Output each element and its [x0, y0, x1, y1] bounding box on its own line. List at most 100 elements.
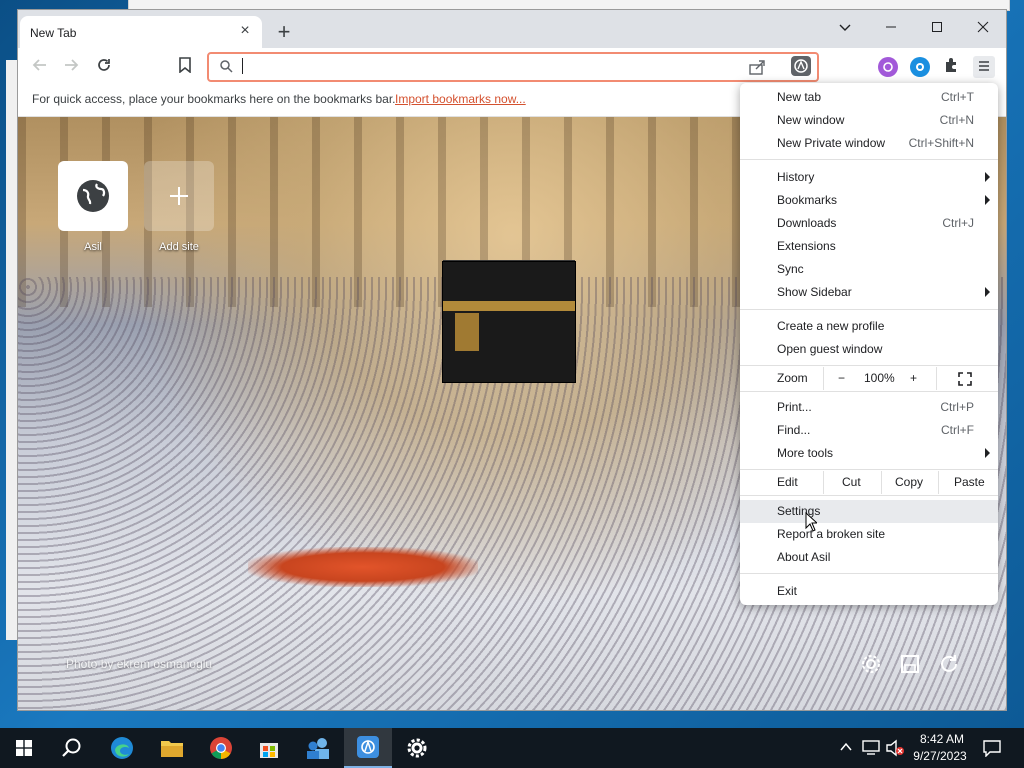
shortcut-tile-asil[interactable] — [58, 161, 128, 231]
menu-item-report-broken-site[interactable]: Report a broken site — [740, 523, 998, 546]
reload-button[interactable] — [93, 56, 115, 78]
menu-separator — [740, 469, 998, 470]
submenu-arrow-icon — [985, 448, 990, 458]
asil-browser-icon — [357, 736, 379, 758]
copy-button[interactable]: Copy — [895, 475, 923, 489]
menu-item-label: Bookmarks — [777, 193, 838, 207]
search-icon — [220, 60, 233, 73]
network-icon[interactable] — [862, 740, 880, 756]
zoom-out-button[interactable]: − — [838, 371, 845, 385]
extensions-puzzle-icon[interactable] — [940, 56, 962, 78]
menu-item-history[interactable]: History — [740, 166, 998, 189]
notifications-icon[interactable] — [982, 739, 1002, 757]
main-menu-button[interactable] — [973, 56, 995, 78]
divider — [823, 367, 824, 390]
background-photo-red-group — [248, 547, 478, 587]
address-bar[interactable] — [207, 52, 819, 82]
taskbar-search-button[interactable] — [48, 728, 96, 768]
menu-item-label: Print... — [777, 400, 812, 414]
toolbar — [18, 48, 1006, 86]
divider — [823, 471, 824, 494]
background-photo-detail-band — [443, 301, 575, 311]
menu-item-shortcut: Ctrl+P — [940, 400, 974, 414]
menu-item-extensions[interactable]: Extensions — [740, 235, 998, 258]
tab-close-icon[interactable]: × — [236, 22, 254, 40]
customize-gear-icon[interactable] — [860, 653, 882, 675]
maximize-button[interactable] — [923, 16, 951, 40]
refresh-wallpaper-icon[interactable] — [938, 653, 960, 675]
save-wallpaper-icon[interactable] — [899, 653, 921, 675]
menu-item-label: Exit — [777, 584, 798, 598]
menu-item-label: About Asil — [777, 550, 831, 564]
minimize-button[interactable] — [877, 16, 905, 40]
menu-item-new-window[interactable]: New window Ctrl+N — [740, 109, 998, 132]
menu-item-bookmarks[interactable]: Bookmarks — [740, 189, 998, 212]
chevron-up-icon[interactable] — [840, 742, 852, 752]
menu-item-label: Find... — [777, 423, 811, 437]
menu-separator — [740, 309, 998, 310]
extension-purple-icon[interactable] — [878, 57, 898, 77]
tab-search-icon[interactable] — [831, 16, 859, 40]
people-icon — [307, 738, 329, 759]
menu-item-print[interactable]: Print... Ctrl+P — [740, 396, 998, 419]
back-button[interactable] — [29, 56, 51, 78]
zoom-in-button[interactable]: + — [910, 371, 917, 385]
tab-title: New Tab — [30, 26, 77, 40]
fullscreen-icon[interactable] — [958, 372, 972, 386]
taskbar-asil-browser[interactable] — [344, 728, 392, 768]
menu-item-downloads[interactable]: Downloads Ctrl+J — [740, 212, 998, 235]
extension-shield-icon[interactable] — [910, 57, 930, 77]
volume-muted-icon[interactable] — [885, 739, 905, 757]
divider — [936, 367, 937, 390]
add-site-tile[interactable] — [144, 161, 214, 231]
taskbar-store[interactable] — [245, 728, 293, 768]
menu-item-label: Sync — [777, 262, 804, 276]
photo-credit[interactable]: Photo by ekrem osmanoglu — [66, 657, 212, 671]
tab-new-tab[interactable]: New Tab × — [20, 16, 262, 48]
taskbar-people[interactable] — [294, 728, 342, 768]
menu-item-label: Report a broken site — [777, 527, 886, 541]
zoom-row: Zoom − 100% + — [740, 367, 998, 390]
taskbar-chrome[interactable] — [197, 728, 245, 768]
browser-shield-icon[interactable] — [791, 56, 811, 76]
share-icon[interactable] — [747, 57, 767, 77]
menu-separator — [740, 159, 998, 160]
paste-button[interactable]: Paste — [954, 475, 985, 489]
taskbar-settings[interactable] — [393, 728, 441, 768]
edit-row: Edit Cut Copy Paste — [740, 471, 998, 494]
menu-item-exit[interactable]: Exit — [740, 580, 998, 603]
start-icon — [16, 740, 32, 756]
divider — [881, 471, 882, 494]
clock-time[interactable]: 8:42 AM — [912, 732, 972, 746]
menu-item-new-tab[interactable]: New tab Ctrl+T — [740, 86, 998, 109]
menu-item-more-tools[interactable]: More tools — [740, 442, 998, 465]
clock-date[interactable]: 9/27/2023 — [905, 749, 975, 763]
import-bookmarks-link[interactable]: Import bookmarks now... — [395, 92, 526, 106]
shortcut-label-asil: Asil — [84, 241, 102, 253]
bookmark-icon[interactable] — [174, 56, 196, 78]
menu-item-settings[interactable]: Settings — [740, 500, 998, 523]
submenu-arrow-icon — [985, 172, 990, 182]
menu-item-new-private-window[interactable]: New Private window Ctrl+Shift+N — [740, 132, 998, 155]
start-button[interactable] — [0, 728, 48, 768]
zoom-level: 100% — [864, 371, 895, 385]
new-tab-button[interactable]: + — [274, 21, 294, 43]
edge-icon — [111, 737, 133, 759]
taskbar-edge[interactable] — [98, 728, 146, 768]
menu-item-find[interactable]: Find... Ctrl+F — [740, 419, 998, 442]
menu-separator — [740, 495, 998, 496]
close-window-button[interactable] — [969, 16, 997, 40]
forward-button[interactable] — [60, 56, 82, 78]
menu-item-show-sidebar[interactable]: Show Sidebar — [740, 281, 998, 304]
menu-item-sync[interactable]: Sync — [740, 258, 998, 281]
menu-item-label: New Private window — [777, 136, 886, 150]
menu-item-label: More tools — [777, 446, 834, 460]
cut-button[interactable]: Cut — [842, 475, 861, 489]
menu-item-label: Open guest window — [777, 342, 883, 356]
chrome-icon — [210, 737, 232, 759]
taskbar-file-explorer[interactable] — [148, 728, 196, 768]
menu-item-guest-window[interactable]: Open guest window — [740, 338, 998, 361]
menu-item-about[interactable]: About Asil — [740, 546, 998, 569]
menu-item-label: New window — [777, 113, 845, 127]
menu-item-create-profile[interactable]: Create a new profile — [740, 315, 998, 338]
